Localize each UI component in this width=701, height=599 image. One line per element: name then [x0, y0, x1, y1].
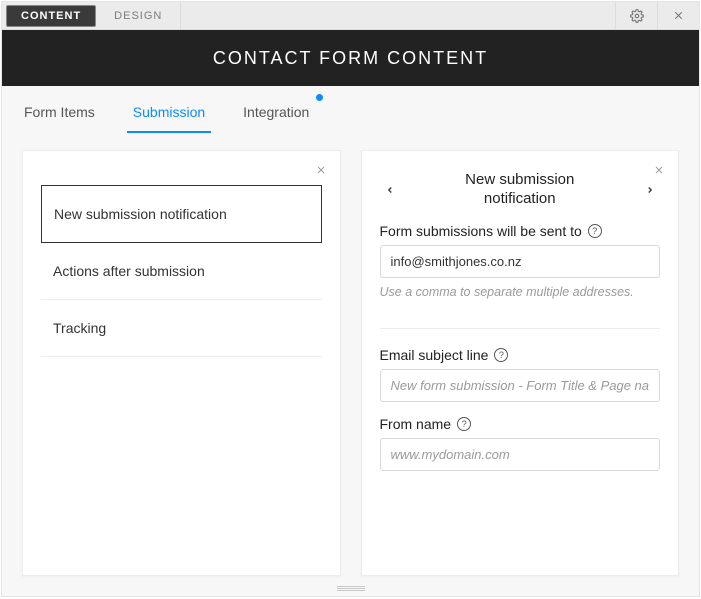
right-panel-title: New submission notification — [400, 171, 641, 209]
close-icon — [315, 164, 327, 176]
subject-label: Email subject line ? — [380, 347, 661, 363]
divider — [380, 328, 661, 329]
section-item-notification[interactable]: New submission notification — [41, 185, 322, 243]
from-name-label-text: From name — [380, 416, 452, 432]
right-panel-close-button[interactable] — [650, 161, 668, 179]
section-item-actions[interactable]: Actions after submission — [41, 243, 322, 300]
next-section-button[interactable] — [640, 180, 660, 200]
left-panel: New submission notification Actions afte… — [22, 150, 341, 576]
subject-label-text: Email subject line — [380, 347, 489, 363]
header-bar: CONTACT FORM CONTENT — [2, 30, 699, 86]
prev-section-button[interactable] — [380, 180, 400, 200]
subtab-integration-label: Integration — [243, 104, 309, 120]
chevron-left-icon — [385, 183, 395, 197]
chevron-right-icon — [645, 183, 655, 197]
left-panel-close-button[interactable] — [312, 161, 330, 179]
subtab-integration[interactable]: Integration — [243, 104, 309, 132]
right-panel: New submission notification Form submiss… — [361, 150, 680, 576]
send-to-label: Form submissions will be sent to ? — [380, 223, 661, 239]
top-right-icons — [615, 2, 699, 29]
field-send-to: Form submissions will be sent to ? Use a… — [380, 223, 661, 301]
settings-button[interactable] — [615, 2, 657, 29]
resize-handle[interactable] — [336, 586, 366, 591]
right-panel-header: New submission notification — [380, 171, 661, 209]
subject-input[interactable] — [380, 369, 661, 402]
editor-window: CONTENT DESIGN CONTACT FORM CONTENT Form… — [1, 1, 700, 597]
close-icon — [653, 164, 665, 176]
tab-design[interactable]: DESIGN — [96, 2, 181, 29]
from-name-label: From name ? — [380, 416, 661, 432]
section-item-tracking[interactable]: Tracking — [41, 300, 322, 357]
sub-tabs: Form Items Submission Integration — [2, 86, 699, 132]
right-title-line2: notification — [484, 190, 556, 207]
tab-content[interactable]: CONTENT — [6, 5, 96, 27]
help-icon[interactable]: ? — [457, 417, 471, 431]
from-name-input[interactable] — [380, 438, 661, 471]
field-from-name: From name ? — [380, 416, 661, 471]
close-window-button[interactable] — [657, 2, 699, 29]
close-icon — [672, 9, 685, 22]
subtab-form-items[interactable]: Form Items — [24, 104, 95, 132]
top-tabs: CONTENT DESIGN — [2, 2, 699, 30]
send-to-label-text: Form submissions will be sent to — [380, 223, 582, 239]
subtab-submission[interactable]: Submission — [133, 104, 205, 132]
content-row: New submission notification Actions afte… — [2, 132, 699, 596]
help-icon[interactable]: ? — [494, 348, 508, 362]
send-to-input[interactable] — [380, 245, 661, 278]
send-to-helper: Use a comma to separate multiple address… — [380, 284, 661, 301]
left-section-list: New submission notification Actions afte… — [41, 185, 322, 357]
gear-icon — [630, 9, 644, 23]
right-title-line1: New submission — [465, 171, 574, 188]
indicator-dot-icon — [316, 94, 323, 101]
help-icon[interactable]: ? — [588, 224, 602, 238]
page-title: CONTACT FORM CONTENT — [213, 48, 488, 69]
field-subject: Email subject line ? — [380, 347, 661, 402]
